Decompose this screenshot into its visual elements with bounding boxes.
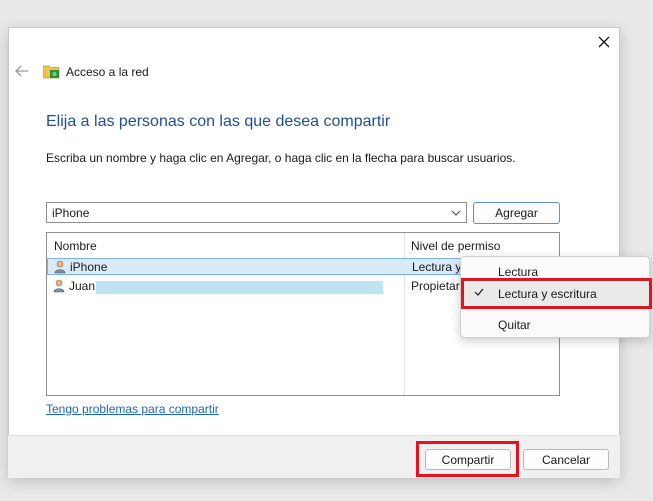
share-highlight-box (416, 441, 519, 477)
combobox-dropdown-button[interactable] (449, 206, 463, 220)
user-combobox[interactable]: iPhone (46, 202, 467, 223)
instruction-text: Escriba un nombre y haga clic en Agregar… (46, 151, 516, 165)
network-folder-icon (43, 65, 60, 79)
menu-item-label: Quitar (498, 318, 531, 332)
user-name: iPhone (70, 260, 108, 274)
menu-item-remove[interactable]: Quitar (461, 314, 651, 336)
chevron-down-icon (451, 210, 461, 216)
permission-level[interactable]: Propietar (411, 279, 460, 293)
add-button[interactable]: Agregar (473, 202, 560, 224)
close-icon (598, 36, 610, 48)
back-button[interactable] (13, 63, 31, 79)
close-button[interactable] (590, 33, 618, 51)
back-arrow-icon (15, 65, 28, 77)
user-name: Juan (69, 279, 96, 293)
column-header-permission[interactable]: Nivel de permiso (411, 239, 500, 253)
column-header-name[interactable]: Nombre (54, 239, 97, 253)
redacted-email (96, 281, 383, 294)
user-icon (53, 279, 65, 293)
help-link[interactable]: Tengo problemas para compartir (46, 402, 219, 416)
menu-highlight-box (461, 278, 652, 309)
user-combobox-value[interactable]: iPhone (52, 206, 89, 220)
window-title: Acceso a la red (66, 65, 149, 79)
page-heading: Elija a las personas con las que desea c… (46, 113, 391, 130)
user-icon (54, 260, 66, 274)
menu-item-label: Lectura (498, 265, 539, 279)
permission-level[interactable]: Lectura y (412, 260, 461, 274)
cancel-button[interactable]: Cancelar (523, 449, 609, 470)
